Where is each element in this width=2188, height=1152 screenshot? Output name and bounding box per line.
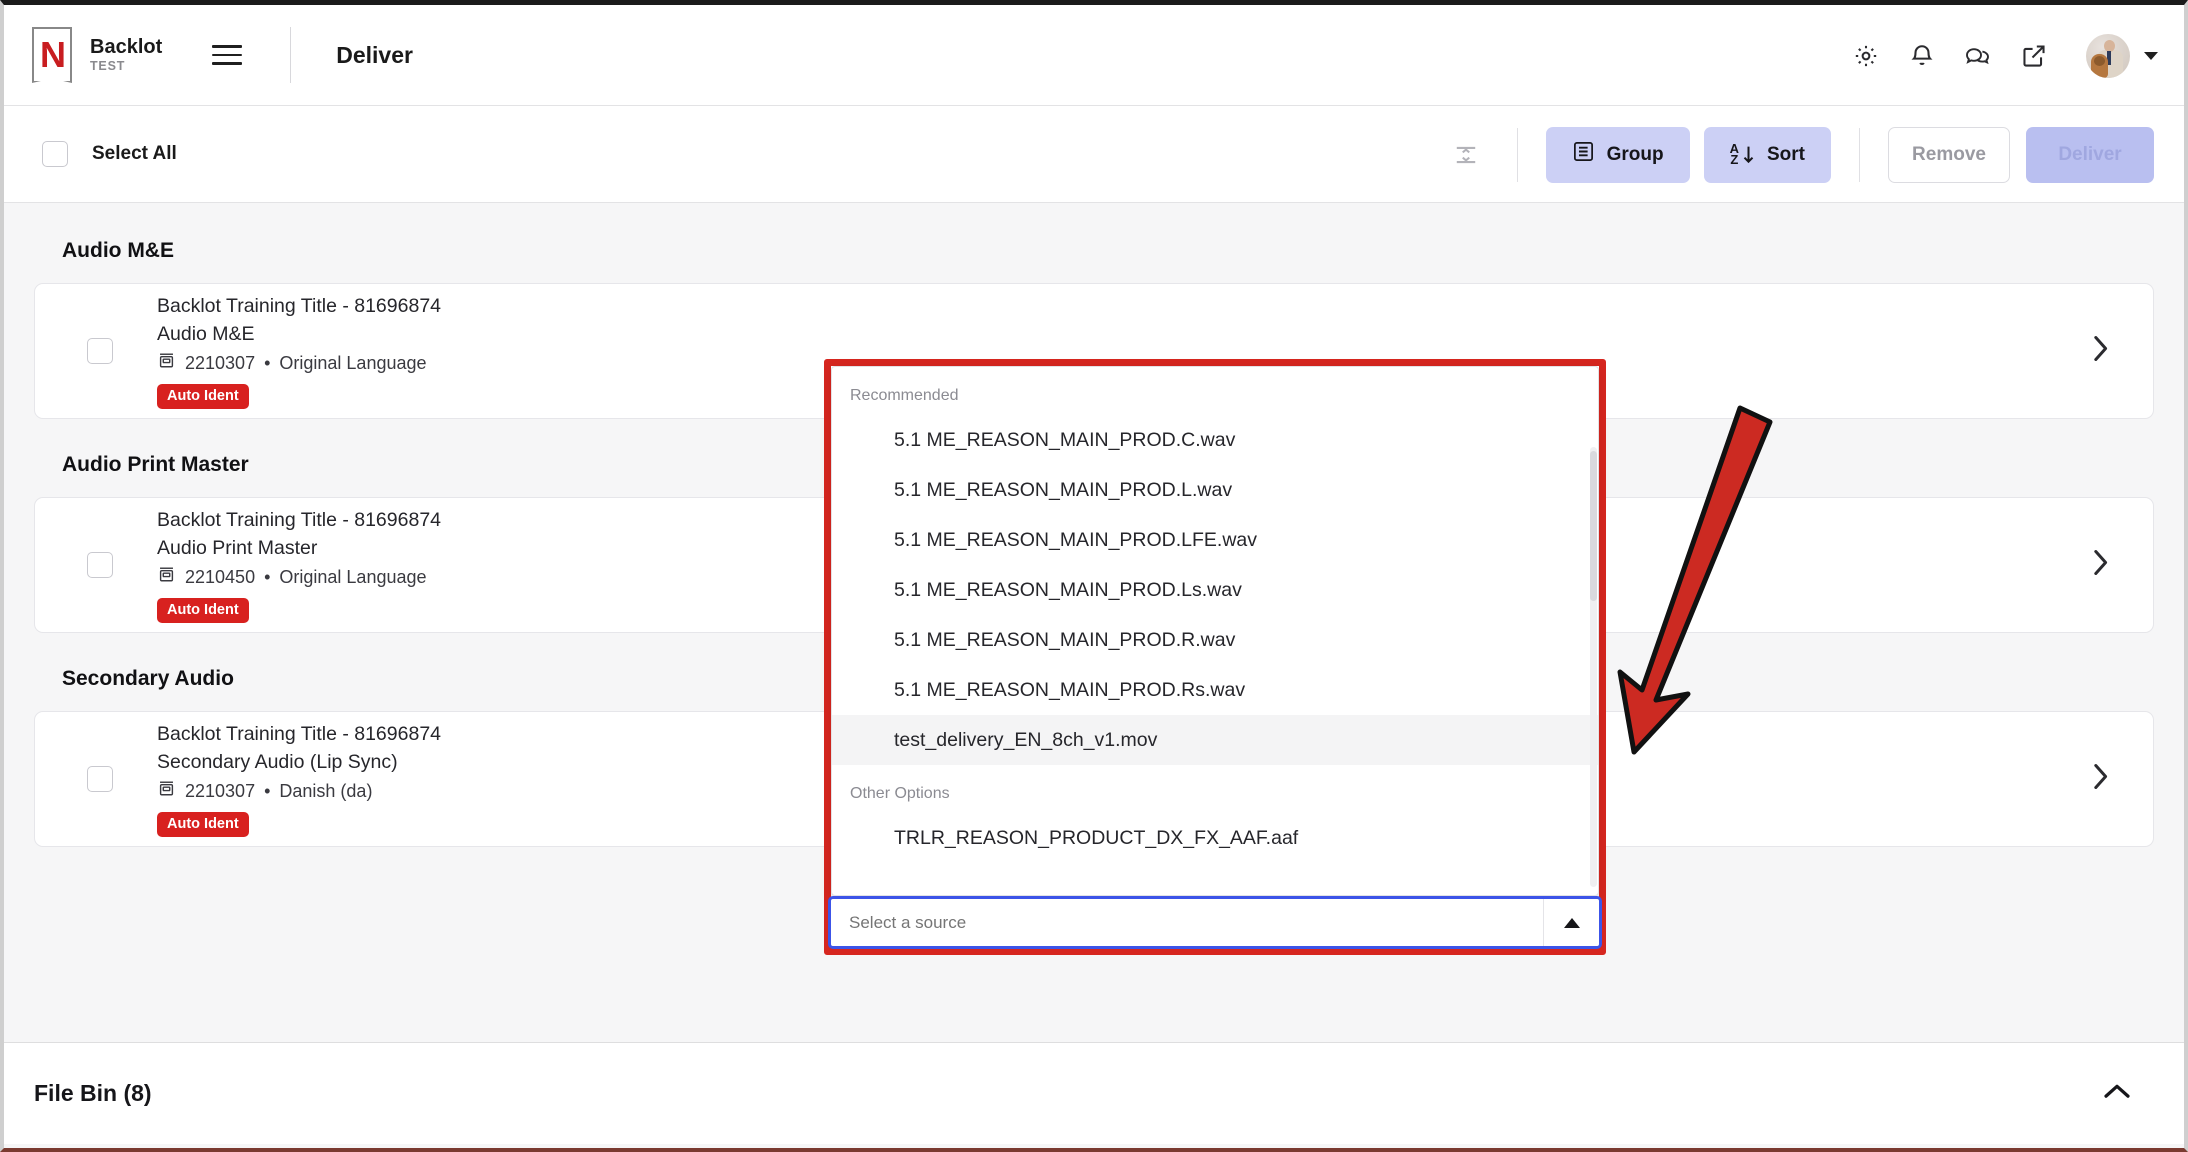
select-all-control[interactable]: Select All: [4, 141, 177, 167]
dropdown-option[interactable]: TRLR_REASON_PRODUCT_DX_FX_AAF.aaf: [832, 813, 1598, 863]
row-subtitle: Audio Print Master: [157, 537, 318, 559]
row-meta: 2210307 • Danish (da): [157, 779, 441, 803]
dropdown-group-label-recommended: Recommended: [850, 387, 959, 404]
file-bin-bar[interactable]: File Bin (8): [4, 1042, 2184, 1144]
row-meta-separator: •: [264, 352, 271, 373]
header-divider: [290, 27, 292, 83]
row-subtitle: Audio M&E: [157, 323, 255, 345]
row-meta-id: 2210307: [185, 780, 256, 801]
group-button[interactable]: Group: [1545, 126, 1690, 183]
status-badge: Auto Ident: [157, 598, 249, 624]
group-list-icon: [1572, 140, 1595, 169]
action-toolbar: Select All Group A Z Sort Remove Deliver: [4, 106, 2184, 203]
group-heading: Audio M&E: [62, 239, 174, 262]
deliver-button-label: Deliver: [2058, 143, 2122, 165]
status-badge: Auto Ident: [157, 812, 249, 838]
status-badge: Auto Ident: [157, 384, 249, 410]
row-details: Backlot Training Title - 81696874 Second…: [157, 721, 441, 838]
brand-name: Backlot: [90, 36, 163, 58]
sort-az-icon: A Z: [1730, 142, 1755, 167]
dropdown-option[interactable]: 5.1 ME_REASON_MAIN_PROD.Ls.wav: [832, 565, 1598, 615]
chevron-up-icon[interactable]: [2102, 1081, 2132, 1106]
asset-id-icon: [157, 351, 176, 375]
dropdown-option[interactable]: 5.1 ME_REASON_MAIN_PROD.R.wav: [832, 615, 1598, 665]
source-select-toggle[interactable]: [1543, 899, 1599, 946]
sort-button-label: Sort: [1767, 143, 1805, 165]
row-details: Backlot Training Title - 81696874 Audio …: [157, 507, 441, 624]
dropdown-option[interactable]: 5.1 ME_REASON_MAIN_PROD.LFE.wav: [832, 515, 1598, 565]
asset-id-icon: [157, 565, 176, 589]
row-meta-separator: •: [264, 566, 271, 587]
external-link-icon[interactable]: [2006, 28, 2062, 84]
chevron-right-icon[interactable]: [2091, 548, 2111, 583]
avatar[interactable]: [2086, 33, 2130, 78]
row-meta-id: 2210450: [185, 566, 256, 587]
dropdown-option-highlighted[interactable]: test_delivery_EN_8ch_v1.mov: [832, 715, 1598, 765]
dropdown-option[interactable]: 5.1 ME_REASON_MAIN_PROD.L.wav: [832, 465, 1598, 515]
row-meta-id: 2210307: [185, 352, 256, 373]
source-select-input[interactable]: [831, 912, 1531, 933]
row-title: Backlot Training Title - 81696874: [157, 722, 442, 745]
brand-environment-label: TEST: [90, 59, 126, 73]
row-meta: 2210307 • Original Language: [157, 351, 441, 375]
chevron-down-icon[interactable]: [2144, 51, 2158, 60]
sort-button[interactable]: A Z Sort: [1703, 126, 1831, 183]
file-bin-title: File Bin (8): [34, 1080, 152, 1106]
dropdown-group-label-other: Other Options: [850, 785, 950, 802]
row-checkbox[interactable]: [87, 552, 113, 578]
chat-icon[interactable]: [1950, 28, 2006, 84]
bell-icon[interactable]: [1894, 28, 1950, 84]
dropdown-scrollbar-thumb[interactable]: [1590, 451, 1597, 601]
row-meta-language: Original Language: [279, 566, 427, 587]
row-title: Backlot Training Title - 81696874: [157, 294, 442, 317]
row-subtitle: Secondary Audio (Lip Sync): [157, 751, 398, 773]
row-checkbox[interactable]: [87, 766, 113, 792]
collapse-rows-icon[interactable]: [1443, 132, 1489, 178]
toolbar-divider-1: [1516, 127, 1518, 182]
asset-id-icon: [157, 779, 176, 803]
netflix-logo-icon: N: [32, 27, 72, 83]
row-meta-language: Original Language: [279, 352, 427, 373]
hamburger-menu-icon[interactable]: [212, 45, 243, 65]
user-menu[interactable]: [2086, 33, 2158, 78]
row-meta: 2210450 • Original Language: [157, 565, 441, 589]
dropdown-option[interactable]: 5.1 ME_REASON_MAIN_PROD.C.wav: [832, 415, 1598, 465]
toolbar-right-controls: Group A Z Sort Remove Deliver: [1443, 106, 2154, 203]
source-dropdown-panel: Recommended 5.1 ME_REASON_MAIN_PROD.C.wa…: [831, 366, 1599, 896]
dropdown-recommended-list: 5.1 ME_REASON_MAIN_PROD.C.wav 5.1 ME_REA…: [832, 415, 1598, 765]
deliver-button[interactable]: Deliver: [2026, 126, 2154, 183]
group-button-label: Group: [1606, 143, 1664, 165]
brand-text: Backlot TEST: [90, 36, 162, 74]
dropdown-other-list: TRLR_REASON_PRODUCT_DX_FX_AAF.aaf: [832, 813, 1598, 863]
caret-up-icon: [1563, 917, 1580, 928]
header-icon-group: [1838, 5, 2158, 106]
row-meta-language: Danish (da): [279, 780, 373, 801]
top-header-bar: N Backlot TEST Deliver: [4, 5, 2184, 106]
chevron-right-icon[interactable]: [2091, 334, 2111, 369]
select-all-checkbox[interactable]: [42, 141, 68, 167]
dropdown-option[interactable]: 5.1 ME_REASON_MAIN_PROD.Rs.wav: [832, 665, 1598, 715]
row-checkbox[interactable]: [87, 338, 113, 364]
row-details: Backlot Training Title - 81696874 Audio …: [157, 293, 441, 410]
chevron-right-icon[interactable]: [2091, 762, 2111, 797]
app-window: N Backlot TEST Deliver Select All Group …: [0, 0, 2188, 1152]
row-meta-separator: •: [264, 780, 271, 801]
page-title: Deliver: [336, 41, 413, 68]
gear-icon[interactable]: [1838, 28, 1894, 84]
source-select-field[interactable]: [828, 896, 1602, 949]
sort-letter-bottom: Z: [1730, 151, 1739, 167]
remove-button-label: Remove: [1912, 143, 1986, 165]
row-title: Backlot Training Title - 81696874: [157, 508, 442, 531]
select-all-label: Select All: [92, 143, 177, 164]
remove-button[interactable]: Remove: [1888, 126, 2010, 183]
brand-logo-area[interactable]: N Backlot TEST: [4, 27, 162, 83]
toolbar-divider-2: [1859, 127, 1860, 182]
